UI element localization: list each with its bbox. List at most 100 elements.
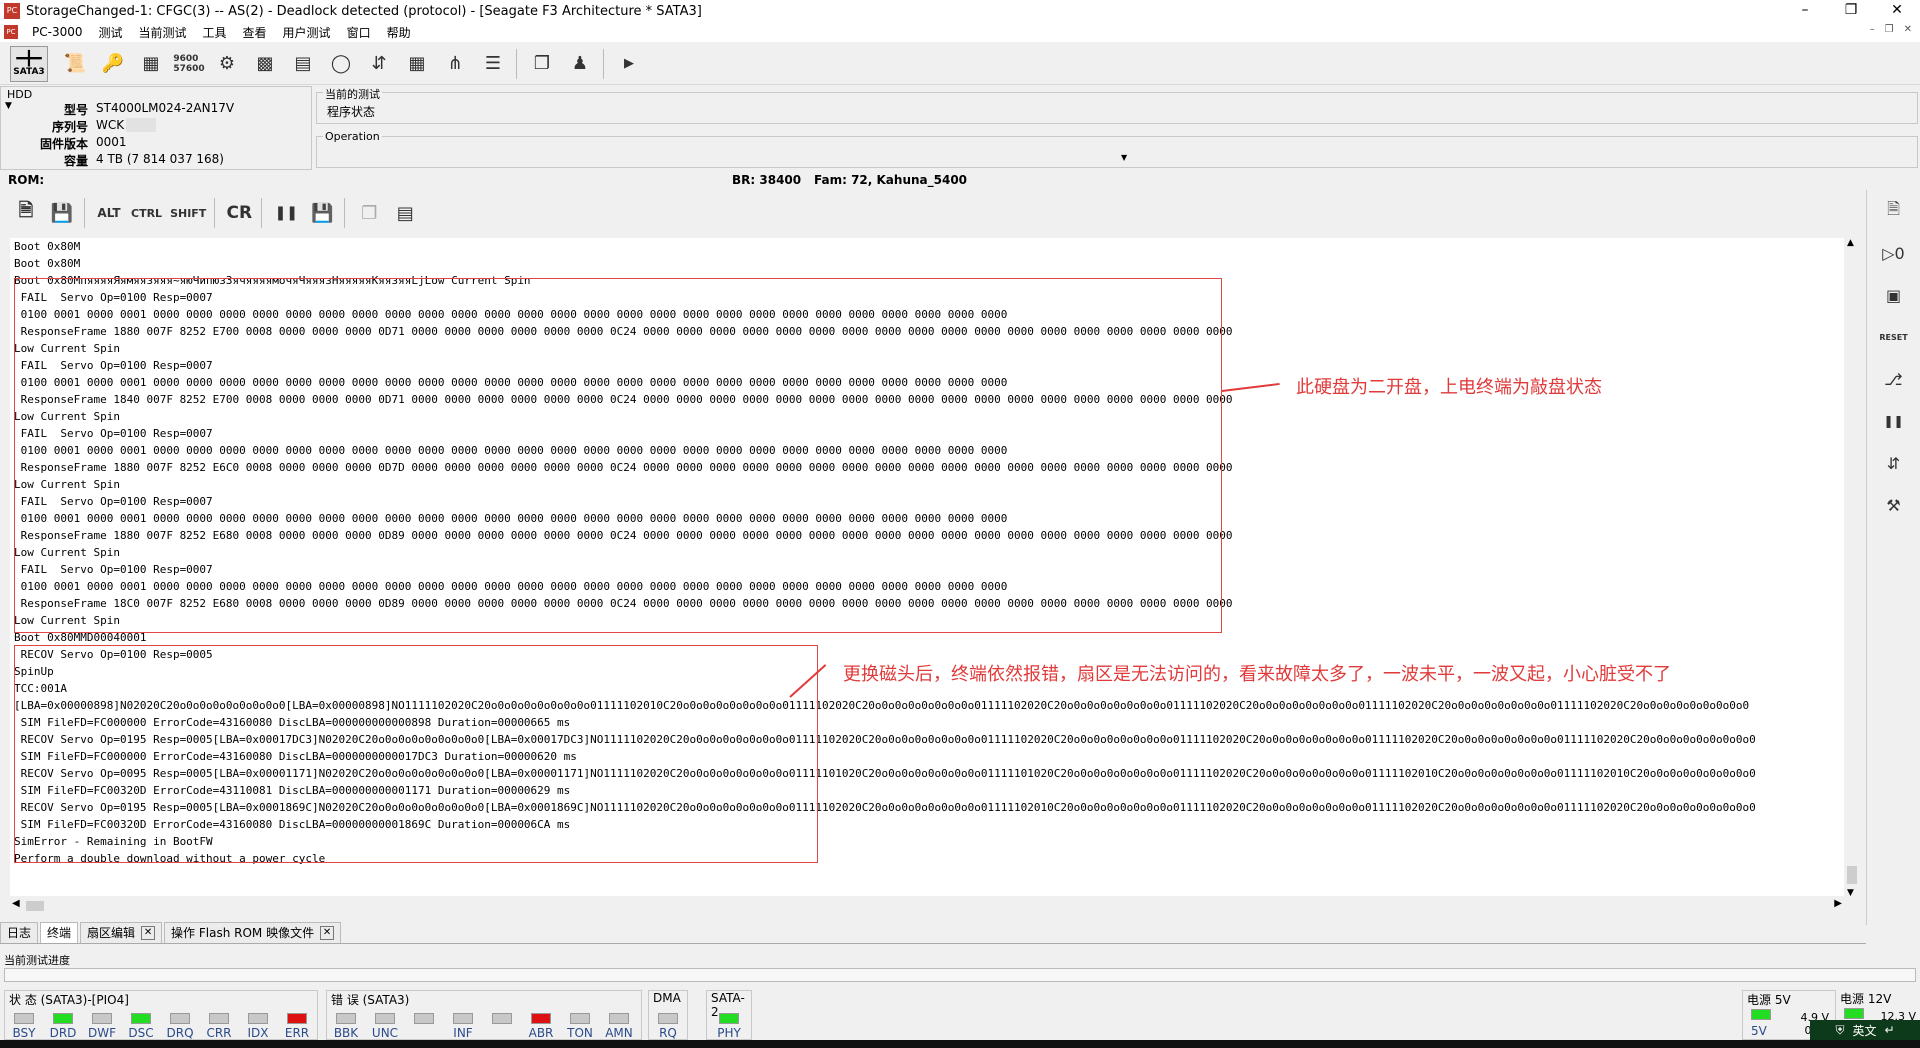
led-lamp[interactable] bbox=[570, 1013, 590, 1024]
table-icon[interactable]: ▦ bbox=[402, 48, 432, 80]
clear-save-icon[interactable]: 💾 bbox=[308, 198, 336, 228]
passport-icon[interactable]: 📜 bbox=[60, 48, 90, 80]
open-log-icon[interactable]: 🗎 bbox=[12, 198, 40, 228]
main-toolbar: ━╋━ SATA3 📜 🔑 ▦ 9600 57600 ⚙ ▩ ▤ ◯ ⇵ ▦ ⋔ … bbox=[0, 43, 1920, 85]
tools-icon[interactable]: ⚒ bbox=[1879, 490, 1909, 520]
close-icon[interactable]: ✕ bbox=[320, 926, 335, 940]
led-lamp[interactable] bbox=[170, 1013, 190, 1024]
led-inf: INF bbox=[444, 1013, 482, 1040]
led-lamp[interactable] bbox=[209, 1013, 229, 1024]
board-icon[interactable]: ▣ bbox=[1879, 280, 1909, 310]
scroll-up-icon[interactable]: ▲ bbox=[1847, 238, 1854, 248]
led-lamp[interactable] bbox=[414, 1013, 434, 1024]
led-lamp[interactable] bbox=[453, 1013, 473, 1024]
play-icon[interactable]: ▶ bbox=[614, 48, 644, 80]
led-lamp[interactable] bbox=[375, 1013, 395, 1024]
led-lamp[interactable] bbox=[53, 1013, 73, 1024]
baud-rate-icon[interactable]: 9600 57600 bbox=[173, 48, 204, 80]
key-icon[interactable]: 🔑 bbox=[98, 48, 128, 80]
power-12v-led[interactable] bbox=[1844, 1008, 1864, 1019]
user-icon[interactable]: ♟ bbox=[565, 48, 595, 80]
network-icon[interactable]: ⋔ bbox=[440, 48, 470, 80]
power-5v-label: 5V bbox=[1751, 1024, 1767, 1038]
close-button[interactable]: ✕ bbox=[1874, 0, 1920, 22]
pause-icon[interactable]: ❚❚ bbox=[272, 198, 300, 228]
reset-icon[interactable]: RESET bbox=[1879, 322, 1909, 352]
terminal-vertical-scrollbar[interactable]: ▲ ▼ bbox=[1844, 238, 1860, 898]
terminal-horizontal-scrollbar[interactable]: ◀ ▶ bbox=[10, 898, 1844, 914]
alt-button[interactable]: ALT bbox=[95, 198, 123, 228]
scroll-down-icon[interactable]: ▼ bbox=[1847, 888, 1854, 898]
copy-icon[interactable]: ❐ bbox=[355, 198, 383, 228]
maximize-button[interactable]: ❐ bbox=[1828, 0, 1874, 22]
annotation-note-2: 更换磁头后，终端依然报错，扇区是无法访问的，看来故障太多了，一波未平，一波又起，… bbox=[843, 664, 1671, 685]
led-lamp[interactable] bbox=[287, 1013, 307, 1024]
operation-dropdown-icon[interactable]: ▼ bbox=[1121, 153, 1127, 162]
mdi-close-icon[interactable]: ✕ bbox=[1904, 24, 1912, 35]
tree-icon[interactable]: ▦ bbox=[136, 48, 166, 80]
ime-indicator[interactable]: 英文 bbox=[1852, 1022, 1876, 1039]
plug-icon[interactable]: ⎇ bbox=[1879, 364, 1909, 394]
menu-bar: PC PC-3000 测试 当前测试 工具 查看 用户测试 窗口 帮助 – ❐ … bbox=[0, 22, 1920, 42]
led-lamp[interactable] bbox=[336, 1013, 356, 1024]
arrows-icon[interactable]: ⇵ bbox=[1879, 448, 1909, 478]
led-lamp[interactable] bbox=[248, 1013, 268, 1024]
scroll-left-icon[interactable]: ◀ bbox=[12, 898, 20, 909]
terminal-output[interactable]: Boot 0x80M Boot 0x80M Boot 0x80MпяяяяЯямяя… bbox=[10, 238, 1844, 896]
power-5v-led[interactable] bbox=[1751, 1009, 1771, 1020]
menu-user-test[interactable]: 用户测试 bbox=[275, 24, 339, 41]
chip-icon[interactable]: ▩ bbox=[250, 48, 280, 80]
scroll-right-icon[interactable]: ▶ bbox=[1834, 898, 1842, 909]
menu-current-test[interactable]: 当前测试 bbox=[131, 24, 195, 41]
menu-view[interactable]: 查看 bbox=[235, 24, 275, 41]
menu-window[interactable]: 窗口 bbox=[339, 24, 379, 41]
pause-icon[interactable]: ❚❚ bbox=[1879, 406, 1909, 436]
led-rq: RQ bbox=[649, 1013, 687, 1040]
windows-icon[interactable]: ❐ bbox=[527, 48, 557, 80]
terminal-line: ResponseFrame 1880 007F 8252 E6C0 0008 0… bbox=[14, 461, 1233, 474]
capacity-label: 容量 bbox=[63, 154, 88, 168]
led-lamp[interactable] bbox=[658, 1013, 678, 1024]
list-icon[interactable]: ☰ bbox=[478, 48, 508, 80]
tray-arrow-icon[interactable]: ↵ bbox=[1884, 1023, 1894, 1037]
sata3-button[interactable]: ━╋━ SATA3 bbox=[10, 45, 48, 82]
right-toolbar: 🗎 ▷0 ▣ RESET ⎇ ❚❚ ⇵ ⚒ bbox=[1866, 190, 1920, 925]
power-toggle-icon[interactable]: ▷0 bbox=[1879, 238, 1909, 268]
horizontal-scroll-thumb[interactable] bbox=[26, 901, 44, 911]
current-test-title: 当前的测试 bbox=[323, 86, 382, 102]
led-lamp[interactable] bbox=[14, 1013, 34, 1024]
led-lamp[interactable] bbox=[719, 1013, 739, 1024]
compare-icon[interactable]: ⇵ bbox=[364, 48, 394, 80]
led-lamp[interactable] bbox=[131, 1013, 151, 1024]
tab-terminal[interactable]: 终端 bbox=[40, 922, 79, 943]
shift-button[interactable]: SHIFT bbox=[170, 198, 206, 228]
shield-icon[interactable]: ⛨ bbox=[1835, 1023, 1844, 1038]
led-lamp[interactable] bbox=[609, 1013, 629, 1024]
led-lamp[interactable] bbox=[531, 1013, 551, 1024]
led-lamp[interactable] bbox=[492, 1013, 512, 1024]
menu-help[interactable]: 帮助 bbox=[379, 24, 419, 41]
close-icon[interactable]: ✕ bbox=[141, 926, 156, 940]
cr-button[interactable]: CR bbox=[225, 198, 253, 228]
mdi-restore-icon[interactable]: ❐ bbox=[1885, 24, 1894, 35]
disk-icon[interactable]: ◯ bbox=[326, 48, 356, 80]
menu-app-icon[interactable]: PC bbox=[4, 25, 18, 39]
menu-test[interactable]: 测试 bbox=[90, 24, 130, 41]
vertical-scroll-thumb[interactable] bbox=[1847, 866, 1857, 884]
menu-tools[interactable]: 工具 bbox=[195, 24, 235, 41]
mdi-minimize-icon[interactable]: – bbox=[1870, 24, 1875, 35]
led-lamp[interactable] bbox=[92, 1013, 112, 1024]
save-log-icon[interactable]: 💾 bbox=[48, 198, 76, 228]
tab-log[interactable]: 日志 bbox=[0, 922, 39, 943]
tab-sector-editor[interactable]: 扇区编辑 ✕ bbox=[80, 922, 163, 943]
printer-icon[interactable]: ▤ bbox=[391, 198, 419, 228]
minimize-button[interactable]: – bbox=[1782, 0, 1828, 22]
document-grid-icon[interactable]: ▤ bbox=[288, 48, 318, 80]
info-card-icon[interactable]: 🗎 bbox=[1879, 196, 1909, 226]
menu-pc3000[interactable]: PC-3000 bbox=[24, 25, 90, 39]
tab-flash-rom[interactable]: 操作 Flash ROM 映像文件 ✕ bbox=[164, 922, 342, 943]
toolbar-separator-2 bbox=[603, 48, 604, 79]
hdd-serial-row: 序列号 WCK bbox=[1, 118, 301, 135]
gear-chip-icon[interactable]: ⚙ bbox=[212, 48, 242, 80]
ctrl-button[interactable]: CTRL bbox=[131, 198, 162, 228]
